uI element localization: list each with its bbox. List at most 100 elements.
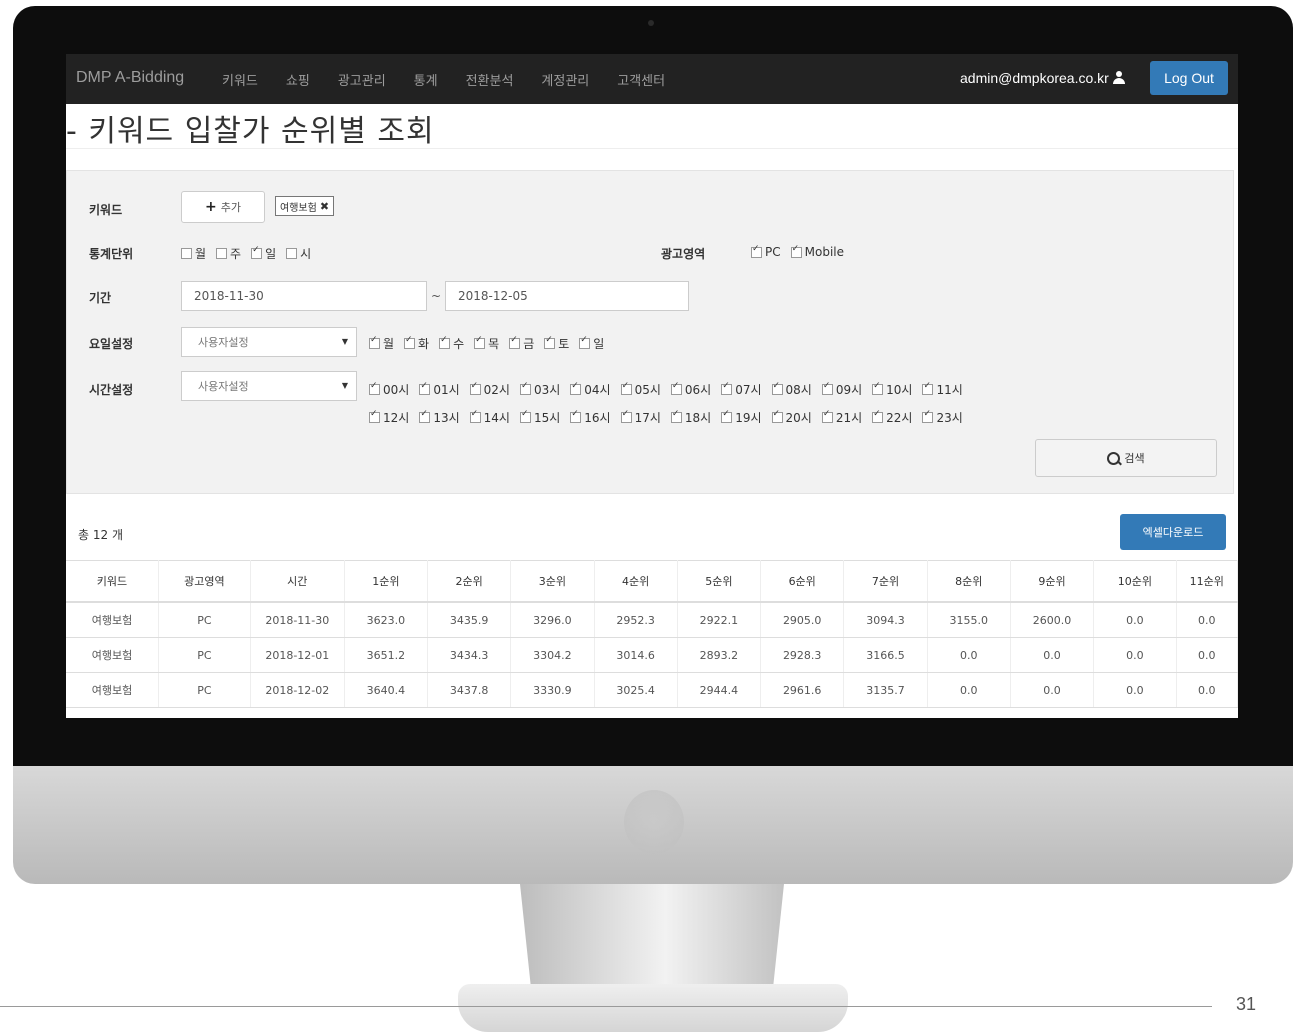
add-button-label: 추가 [220,201,241,214]
hour-checkbox[interactable]: 00시 [369,381,409,398]
hour-checkbox[interactable]: 05시 [620,381,661,398]
unit-checkbox-week[interactable]: 주 [216,245,241,262]
table-cell: 3640.4 [344,672,429,708]
hour-checkbox[interactable]: 19시 [721,409,762,426]
table-cell: 3094.3 [843,602,928,638]
column-header[interactable]: 1순위 [344,560,429,603]
hour-checkbox[interactable]: 03시 [519,381,561,398]
column-header[interactable]: 10순위 [1093,560,1177,603]
excel-download-button[interactable]: 엑셀다운로드 [1120,514,1226,550]
weekday-checkbox[interactable]: 화 [404,335,429,352]
checkbox-box [419,381,431,395]
table-cell: 3623.0 [344,602,429,638]
hour-checkbox[interactable]: 10시 [872,381,912,398]
table-row: 여행보험 PC 2018-12-02 3640.4 3437.8 3330.9 3025.4… [66,672,1238,708]
nav-item-account[interactable]: 계정관리 [541,70,589,89]
nav-item-conversion[interactable]: 전환분석 [466,70,514,89]
hour-checkbox[interactable]: 23시 [922,409,963,426]
column-header[interactable]: 11순위 [1176,560,1238,603]
user-account[interactable]: admin@dmpkorea.co.kr [960,70,1125,86]
weekday-checkbox[interactable]: 일 [579,335,604,352]
unit-checkbox-month[interactable]: 월 [181,245,206,262]
hour-checkbox[interactable]: 06시 [670,381,711,398]
weekday-checkbox[interactable]: 목 [474,335,499,352]
hour-checkbox[interactable]: 14시 [469,409,510,426]
hour-checkbox[interactable]: 01시 [419,381,460,398]
unit-checkbox-hour[interactable]: 시 [286,245,311,262]
checkbox-label: 주 [230,247,242,261]
area-checkbox-mobile[interactable]: Mobile [790,244,844,259]
hour-checkbox[interactable]: 12시 [369,409,409,426]
nav-item-ad-management[interactable]: 광고관리 [338,70,386,89]
column-header[interactable]: 4순위 [594,560,678,603]
table-cell: 3166.5 [843,637,928,673]
table-cell: 3155.0 [927,602,1011,638]
nav-item-shopping[interactable]: 쇼핑 [286,70,310,89]
hour-checkbox[interactable]: 22시 [872,409,912,426]
column-header[interactable]: 광고영역 [158,560,251,603]
logout-button[interactable]: Log Out [1150,61,1228,95]
column-header[interactable]: 3순위 [510,560,595,603]
hour-checkbox[interactable]: 08시 [771,381,812,398]
brand-link[interactable]: DMP A-Bidding [76,69,184,87]
checkbox-box [670,409,682,423]
checkbox-box [509,335,521,349]
hour-checkbox[interactable]: 11시 [922,381,963,398]
column-header[interactable]: 5순위 [677,560,762,603]
hour-checkbox[interactable]: 13시 [419,409,460,426]
weekday-checkbox[interactable]: 월 [369,335,394,352]
hour-checkbox[interactable]: 02시 [469,381,510,398]
add-keyword-button[interactable]: + 추가 [181,191,265,223]
column-header[interactable]: 2순위 [427,560,512,603]
hour-checkbox[interactable]: 07시 [721,381,762,398]
time-select-value: 사용자설정 [198,380,249,393]
checkbox-label: 02시 [483,383,510,397]
unit-checkbox-day[interactable]: 일 [251,245,276,262]
column-header[interactable]: 6순위 [760,560,845,603]
checkbox-label: 월 [195,247,207,261]
column-header[interactable]: 시간 [250,560,345,603]
date-from-input[interactable]: 2018-11-30 [181,281,427,311]
nav-item-statistics[interactable]: 통계 [414,70,438,89]
column-header[interactable]: 9순위 [1010,560,1095,603]
checkbox-label: 07시 [735,383,762,397]
table-cell: 3014.6 [594,637,678,673]
checkbox-box [404,335,416,349]
checkbox-box [721,381,733,395]
time-select[interactable]: 사용자설정 ▼ [181,371,357,401]
checkbox-box [790,244,802,258]
hour-checkbox[interactable]: 18시 [670,409,711,426]
checkbox-label: 수 [453,337,465,351]
hour-checkbox[interactable]: 21시 [821,409,862,426]
nav-item-support[interactable]: 고객센터 [617,70,665,89]
hour-checkboxes-row1: 00시 01시 02시 03시 04시 05시 06시 07시 08시 09시 10시 11시 [369,381,973,398]
area-checkbox-pc[interactable]: PC [751,244,781,259]
checkbox-box [519,409,531,423]
remove-tag-icon[interactable]: ✖ [320,200,329,213]
hour-checkbox[interactable]: 17시 [620,409,661,426]
nav-item-keyword[interactable]: 키워드 [222,70,258,89]
checkbox-label: 일 [593,337,605,351]
hour-checkbox[interactable]: 09시 [821,381,862,398]
column-header[interactable]: 8순위 [927,560,1011,603]
hour-checkbox[interactable]: 20시 [771,409,812,426]
weekday-select-value: 사용자설정 [198,336,249,349]
checkbox-label: 01시 [433,383,460,397]
search-button[interactable]: 검색 [1035,439,1217,477]
checkbox-box [216,248,228,259]
weekday-checkbox[interactable]: 수 [439,335,464,352]
apple-logo-icon [624,790,684,854]
date-to-input[interactable]: 2018-12-05 [445,281,689,311]
table-cell: 0.0 [1093,672,1177,708]
column-header[interactable]: 키워드 [66,560,159,603]
hour-checkbox[interactable]: 15시 [519,409,561,426]
time-label: 시간설정 [89,383,134,397]
weekday-checkbox[interactable]: 금 [509,335,534,352]
hour-checkbox[interactable]: 16시 [570,409,611,426]
column-header[interactable]: 7순위 [843,560,928,603]
checkbox-label: 03시 [533,383,561,397]
weekday-select[interactable]: 사용자설정 ▼ [181,327,357,357]
checkbox-label: 15시 [533,411,561,425]
hour-checkbox[interactable]: 04시 [570,381,611,398]
weekday-checkbox[interactable]: 토 [544,335,569,352]
